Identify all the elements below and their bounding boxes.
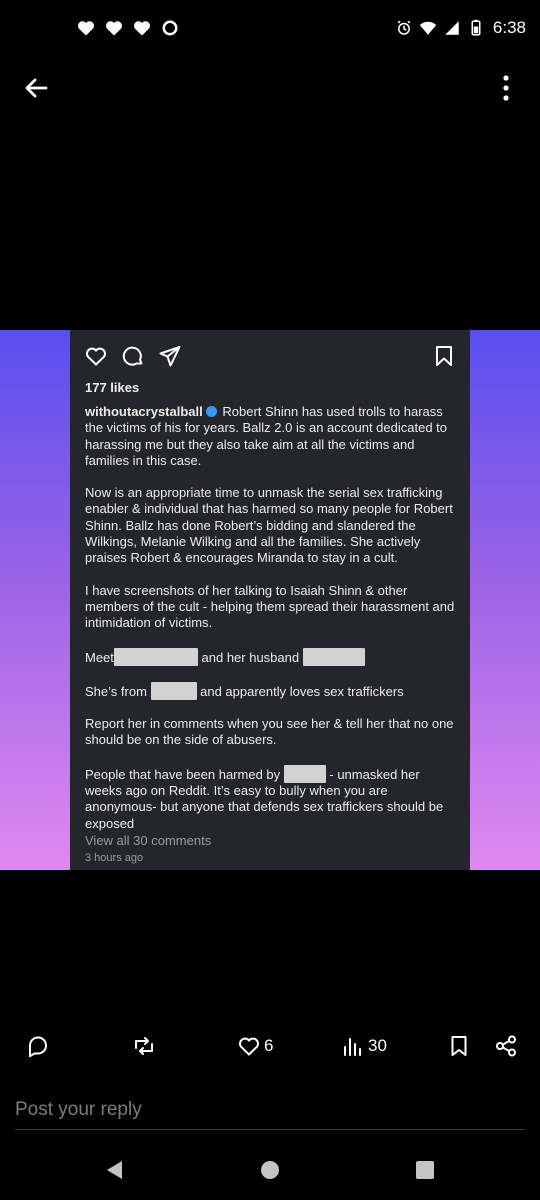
like-button[interactable]: 6	[237, 1030, 273, 1062]
home-circle-icon[interactable]	[258, 1158, 282, 1182]
more-vertical-icon	[503, 75, 509, 101]
bookmark-button[interactable]	[447, 1030, 471, 1062]
heart-notification-icon	[105, 21, 123, 36]
verified-badge-icon	[205, 406, 217, 417]
redaction-block	[150, 681, 197, 700]
action-bar: 6 30	[0, 1030, 540, 1064]
status-bar: 6:38	[0, 0, 540, 60]
more-options-button[interactable]	[498, 72, 514, 104]
system-navigation-bar	[0, 1146, 540, 1196]
caption-paragraph: Report her in comments when you see her …	[85, 716, 454, 748]
post-caption: withoutacrystalball Robert Shinn has use…	[85, 404, 460, 848]
caption-text: People that have been harmed by	[85, 766, 284, 782]
reply-button[interactable]	[26, 1030, 50, 1062]
alarm-icon	[397, 20, 411, 35]
circle-notification-icon	[162, 20, 178, 36]
arrow-left-icon	[25, 78, 48, 98]
send-icon	[159, 346, 181, 367]
notification-icons	[76, 18, 180, 38]
caption-text: and apparently loves sex traffickers	[196, 683, 404, 699]
heart-outline-icon	[85, 347, 107, 366]
repost-icon	[135, 1037, 153, 1055]
clock: 6:38	[492, 18, 526, 37]
views-bar-chart-icon	[344, 1038, 361, 1056]
post-timestamp: 3 hours ago	[85, 852, 144, 864]
caption-paragraph: I have screenshots of her talking to Isa…	[85, 582, 455, 631]
instagram-post-screenshot: 177 likes withoutacrystalball Robert Shi…	[70, 330, 470, 870]
reply-bubble-icon	[29, 1036, 47, 1058]
back-triangle-icon[interactable]	[103, 1158, 127, 1182]
share-icon	[496, 1035, 516, 1057]
heart-notification-icon	[77, 21, 95, 36]
redaction-block	[113, 647, 198, 666]
battery-icon	[471, 19, 481, 36]
post-media-image[interactable]: 177 likes withoutacrystalball Robert Shi…	[0, 330, 540, 870]
redaction-block	[283, 764, 326, 783]
redaction-block	[302, 647, 365, 666]
heart-notification-icon	[133, 21, 151, 36]
likes-count: 177 likes	[85, 380, 140, 395]
views-count: 30	[368, 1036, 387, 1055]
caption-paragraph: Now is an appropriate time to unmask the…	[85, 485, 453, 566]
view-comments-link: View all 30 comments	[85, 833, 212, 848]
signal-icon	[445, 21, 459, 35]
post-icon-row	[84, 344, 456, 370]
comment-outline-icon	[122, 346, 143, 366]
wifi-icon	[419, 21, 437, 35]
reply-input[interactable]	[15, 1095, 525, 1125]
caption-text: She’s from	[85, 683, 151, 699]
repost-button[interactable]	[132, 1030, 156, 1062]
views-button[interactable]: 30	[341, 1030, 387, 1062]
recents-square-icon[interactable]	[413, 1158, 437, 1182]
back-button[interactable]	[20, 72, 52, 104]
username: withoutacrystalball	[85, 404, 203, 419]
reply-composer	[15, 1095, 525, 1130]
system-icons: 6:38	[395, 18, 526, 38]
like-count: 6	[264, 1036, 274, 1055]
caption-text: Meet	[85, 649, 114, 665]
share-button[interactable]	[494, 1030, 518, 1062]
bookmark-outline-icon	[436, 346, 452, 366]
heart-outline-icon	[238, 1037, 260, 1056]
bookmark-outline-icon	[451, 1036, 467, 1056]
caption-text: and her husband	[197, 649, 303, 665]
